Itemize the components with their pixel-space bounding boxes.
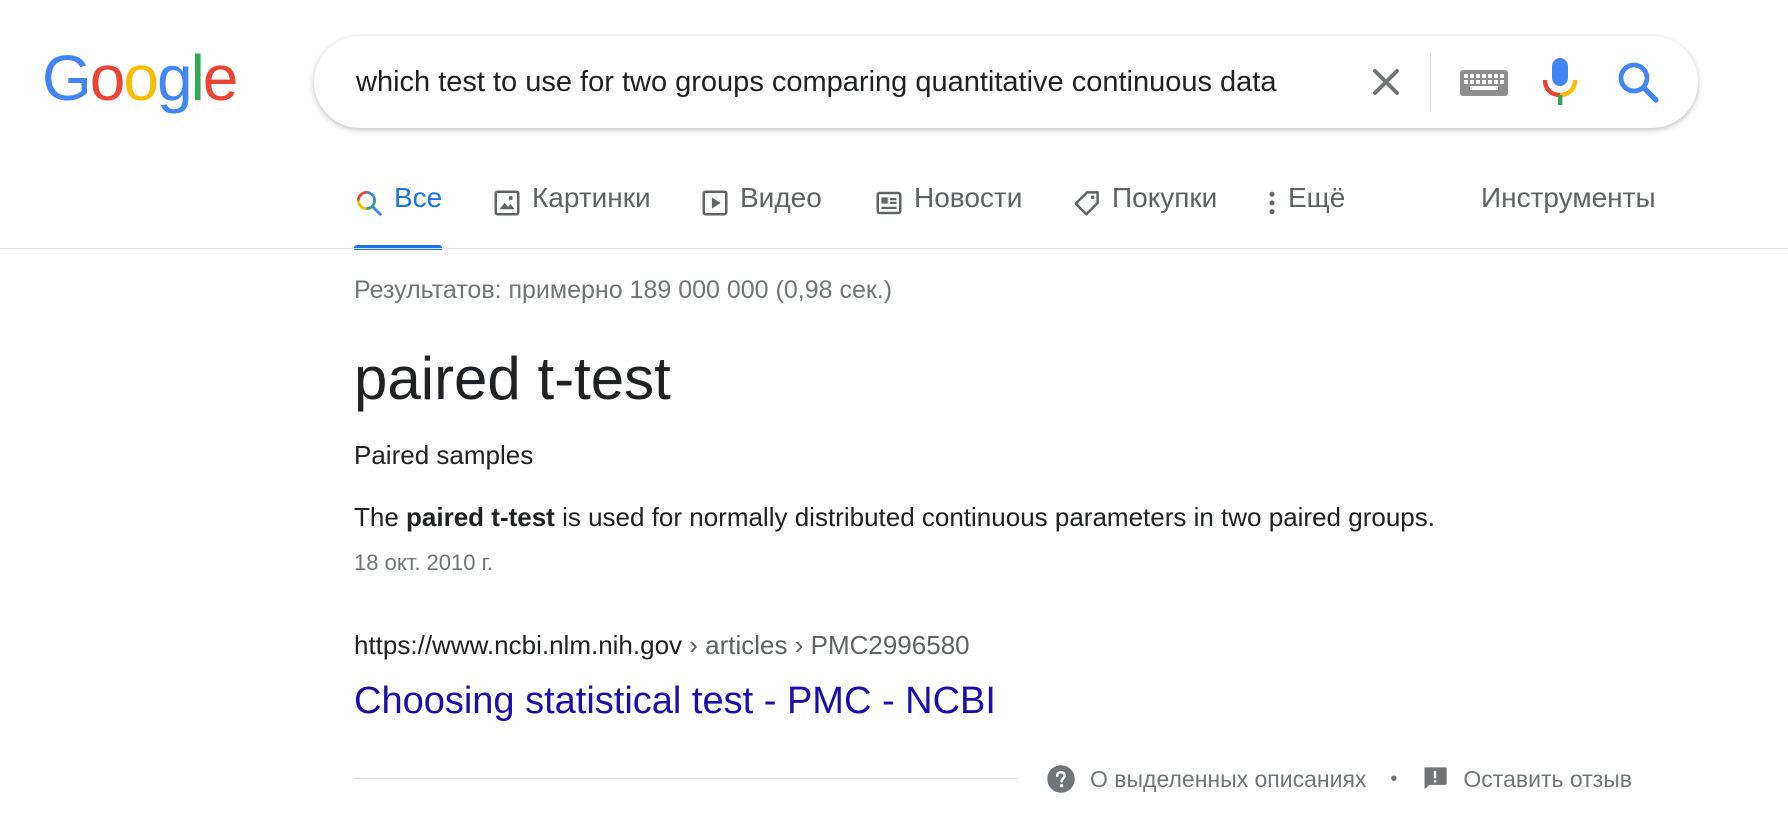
snippet-bold-text: paired t-test xyxy=(406,502,555,532)
search-box xyxy=(314,36,1698,128)
logo-letter: l xyxy=(190,42,205,114)
logo-letter: e xyxy=(202,42,239,114)
snippet-text: is used for normally distributed continu… xyxy=(554,502,1435,532)
featured-snippet: The paired t-test is used for normally d… xyxy=(354,502,1435,533)
more-vert-icon xyxy=(1269,191,1275,215)
about-featured-snippets-link[interactable]: О выделенных описаниях xyxy=(1046,764,1366,794)
logo-letter: o xyxy=(123,42,159,114)
search-icon xyxy=(1618,62,1659,103)
search-divider xyxy=(1430,54,1431,112)
search-tabs: Все Картинки Видео Новости Покупки Ещё И… xyxy=(354,182,1734,250)
snippet-footer: О выделенных описаниях • Оставить отзыв xyxy=(1046,762,1632,796)
clear-search-button[interactable] xyxy=(1364,60,1408,104)
search-multicolor-icon xyxy=(357,191,382,216)
tag-icon xyxy=(1074,191,1099,216)
logo-letter: G xyxy=(42,42,92,114)
feedback-label: Оставить отзыв xyxy=(1463,765,1632,792)
google-logo[interactable]: Google xyxy=(42,42,239,114)
result-stats: Результатов: примерно 189 000 000 (0,98 … xyxy=(354,276,893,304)
result-title-link[interactable]: Choosing statistical test - PMC - NCBI xyxy=(354,680,996,723)
tools-label: Инструменты xyxy=(1481,182,1656,213)
tab-all[interactable]: Все xyxy=(354,182,443,250)
keyboard-icon xyxy=(1460,70,1508,96)
featured-subheading: Paired samples xyxy=(354,440,534,470)
image-icon xyxy=(494,190,520,216)
result-path: › articles › PMC2996580 xyxy=(682,630,970,660)
feedback-link[interactable]: Оставить отзыв xyxy=(1421,765,1632,793)
news-icon xyxy=(876,191,902,215)
tab-images[interactable]: Картинки xyxy=(492,182,651,250)
search-input[interactable] xyxy=(356,62,1346,102)
logo-letter: o xyxy=(89,42,126,114)
voice-search-button[interactable] xyxy=(1538,54,1582,110)
search-button[interactable] xyxy=(1614,58,1662,106)
featured-answer: paired t-test xyxy=(354,345,671,412)
tab-shopping[interactable]: Покупки xyxy=(1072,182,1217,250)
help-icon xyxy=(1047,765,1075,793)
tabs-divider xyxy=(0,248,1788,249)
tools-button[interactable]: Инструменты xyxy=(1481,182,1656,250)
snippet-text: The xyxy=(354,502,407,532)
footer-separator: • xyxy=(1390,767,1398,790)
feedback-icon xyxy=(1424,767,1448,790)
tab-label: Видео xyxy=(740,182,822,213)
tab-label: Новости xyxy=(914,182,1023,213)
video-icon xyxy=(702,190,728,216)
tab-label: Картинки xyxy=(532,182,651,213)
close-icon xyxy=(1372,68,1400,96)
tab-more[interactable]: Ещё xyxy=(1264,182,1345,250)
keyboard-button[interactable] xyxy=(1458,60,1510,104)
tab-label: Ещё xyxy=(1288,182,1346,213)
snippet-divider xyxy=(354,778,1018,779)
snippet-date: 18 окт. 2010 г. xyxy=(354,550,494,575)
result-domain: https://www.ncbi.nlm.nih.gov xyxy=(354,630,683,660)
tab-news[interactable]: Новости xyxy=(874,182,1022,250)
result-url[interactable]: https://www.ncbi.nlm.nih.gov › articles … xyxy=(354,630,970,661)
tab-label: Все xyxy=(394,182,443,213)
tab-label: Покупки xyxy=(1112,182,1218,213)
logo-letter: g xyxy=(156,42,193,114)
microphone-icon xyxy=(1542,58,1578,105)
about-label: О выделенных описаниях xyxy=(1090,765,1367,792)
tab-videos[interactable]: Видео xyxy=(700,182,822,250)
